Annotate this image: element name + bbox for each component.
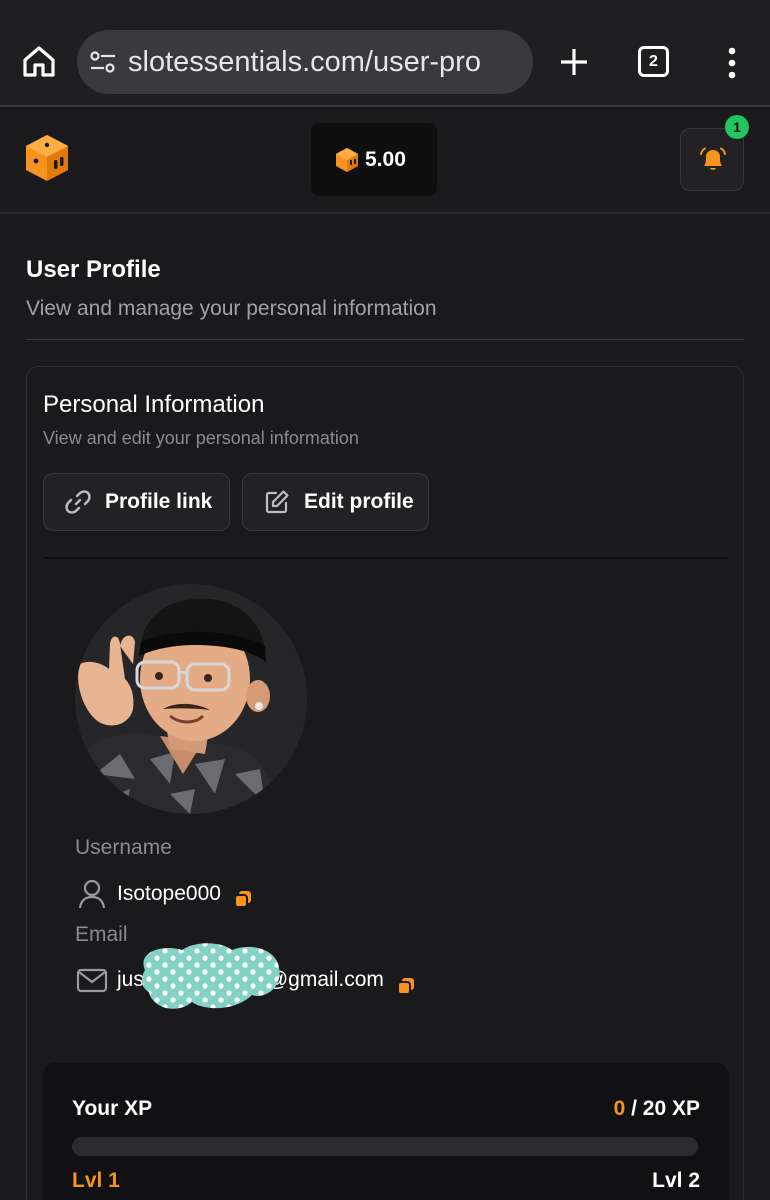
edit-profile-button[interactable]: Edit profile <box>242 473 429 531</box>
address-bar[interactable]: slotessentials.com/user-pro <box>77 30 533 94</box>
email-label: Email <box>75 923 128 946</box>
site-settings-icon[interactable] <box>89 50 117 74</box>
mail-icon <box>76 968 108 993</box>
user-icon <box>78 879 106 909</box>
logo-cube-icon[interactable] <box>24 133 70 183</box>
avatar <box>75 584 307 814</box>
balance-amount: 5.00 <box>365 148 406 171</box>
username-value: Isotope000 <box>117 882 221 905</box>
copy-username-icon[interactable] <box>233 889 253 909</box>
profile-link-label: Profile link <box>105 490 213 513</box>
current-level: Lvl 1 <box>72 1169 120 1192</box>
url-text[interactable]: slotessentials.com/user-pro <box>128 46 520 79</box>
xp-total: / 20 XP <box>631 1097 700 1120</box>
xp-progress-bar <box>72 1137 698 1156</box>
redaction-scribble <box>141 943 280 1009</box>
new-tab-icon[interactable] <box>556 44 592 80</box>
xp-value: 0 / 20 XP <box>614 1097 700 1121</box>
divider <box>26 339 744 340</box>
balance-display[interactable]: 5.00 <box>311 123 437 196</box>
page-subtitle: View and manage your personal informatio… <box>26 297 437 320</box>
xp-current: 0 <box>613 1097 626 1120</box>
xp-card: Your XP 0 / 20 XP Lvl 1 Lvl 2 <box>43 1063 729 1200</box>
bell-icon <box>700 147 726 170</box>
edit-icon <box>265 490 289 514</box>
coin-cube-icon <box>336 148 358 172</box>
copy-email-icon[interactable] <box>396 976 416 996</box>
xp-title: Your XP <box>72 1097 153 1120</box>
page-title: User Profile <box>26 256 161 283</box>
profile-link-button[interactable]: Profile link <box>43 473 230 531</box>
tab-switcher-icon[interactable]: 2 <box>638 46 669 77</box>
app-header: 5.00 <box>0 109 770 214</box>
card-divider <box>43 557 729 559</box>
card-subtitle: View and edit your personal information <box>43 428 359 448</box>
more-menu-icon[interactable] <box>722 46 742 80</box>
username-label: Username <box>75 836 172 859</box>
notification-badge: 1 <box>725 115 749 139</box>
browser-toolbar: slotessentials.com/user-pro 2 <box>0 0 770 107</box>
link-icon <box>65 490 91 514</box>
email-value-suffix: @gmail.com <box>266 968 384 991</box>
username-row: Isotope000 <box>75 877 253 911</box>
home-icon[interactable] <box>20 42 58 80</box>
personal-info-card: Personal Information View and edit your … <box>26 366 744 1200</box>
card-title: Personal Information <box>43 391 265 418</box>
next-level: Lvl 2 <box>652 1169 700 1192</box>
edit-profile-label: Edit profile <box>304 490 414 513</box>
